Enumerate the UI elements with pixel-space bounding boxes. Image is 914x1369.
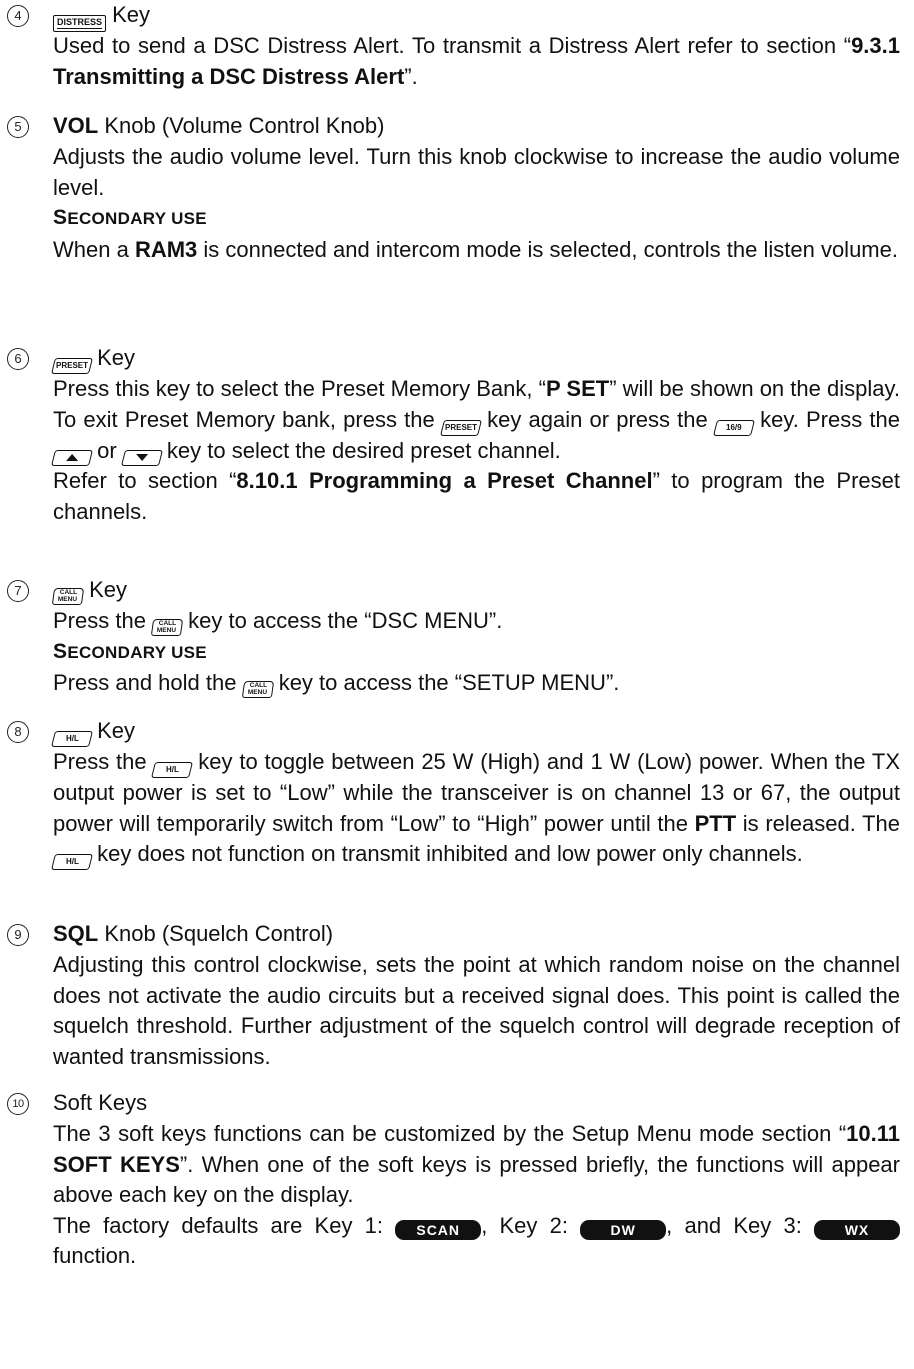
soft-key-wx-badge: WX [814,1219,900,1240]
paragraph: Refer to section “8.10.1 Programming a P… [53,468,900,524]
paragraph: Press the CALL MENU key to access the “DS… [53,606,900,637]
item-heading: VOL Knob (Volume Control Knob) [53,113,385,138]
item-body: The 3 soft keys functions can be customi… [53,1119,900,1272]
paragraph: Adjusts the audio volume level. Turn thi… [53,144,900,200]
paragraph: When a RAM3 is connected and intercom mo… [53,236,898,262]
paragraph: Press the H/L key to toggle between 25 W… [51,747,900,870]
secondary-use-label: SECONDARY USE [53,206,207,229]
paragraph: Adjusting this control clockwise, sets t… [53,952,900,1069]
item-number: 8 [7,721,29,743]
item-number: 10 [7,1093,29,1115]
item-heading: SQL Knob (Squelch Control) [53,921,334,946]
item-heading: PRESET Key [51,343,135,374]
item-body: Adjusting this control clockwise, sets t… [53,950,900,1072]
preset-key-icon: PRESET [439,419,482,436]
hl-key-icon: H/L [51,854,93,870]
soft-key-dw-badge: DW [580,1219,667,1240]
paragraph: The factory defaults are Key 1: SCAN, Ke… [53,1211,900,1272]
paragraph: The 3 soft keys functions can be customi… [53,1121,900,1207]
soft-key-scan-badge: SCAN [395,1219,482,1240]
secondary-use-label: SECONDARY USE [53,639,207,663]
preset-key-icon: PRESET [51,358,93,374]
item-number: 5 [7,116,29,138]
hl-key-icon: H/L [151,762,194,778]
manual-page: 4 DISTRESS Key Used to send a DSC Distre… [0,0,914,1369]
item-number: 4 [7,5,29,27]
item-body: Press the H/L key to toggle between 25 W… [51,747,900,870]
hl-key-icon: H/L [51,731,93,747]
item-number: 6 [7,348,29,370]
call-menu-key-icon: CALL MENU [241,680,274,698]
item-number: 9 [7,924,29,946]
item-body: Press the CALL MENU key to access the “DS… [53,606,900,699]
paragraph: Used to send a DSC Distress Alert. To tr… [53,33,900,89]
item-heading: Soft Keys [53,1090,148,1115]
item-heading: DISTRESS Key [53,0,150,32]
item-body: Press this key to select the Preset Memo… [51,374,900,527]
item-heading: CALL MENU Key [51,575,127,605]
call-menu-key-icon: CALL MENU [51,587,85,605]
distress-key-icon: DISTRESS [53,15,107,32]
paragraph: Press and hold the CALL MENU key to acces… [53,668,900,699]
item-body: Used to send a DSC Distress Alert. To tr… [53,31,900,92]
down-arrow-key-icon [120,449,163,466]
call-menu-key-icon: CALL MENU [150,618,184,636]
item-number: 7 [7,580,29,602]
item-body: Adjusts the audio volume level. Turn thi… [53,142,900,265]
up-arrow-key-icon [51,449,93,466]
item-heading: H/L Key [51,716,135,747]
channel-16-9-key-icon: 16/9 [712,419,755,436]
paragraph: Press this key to select the Preset Memo… [51,374,900,466]
